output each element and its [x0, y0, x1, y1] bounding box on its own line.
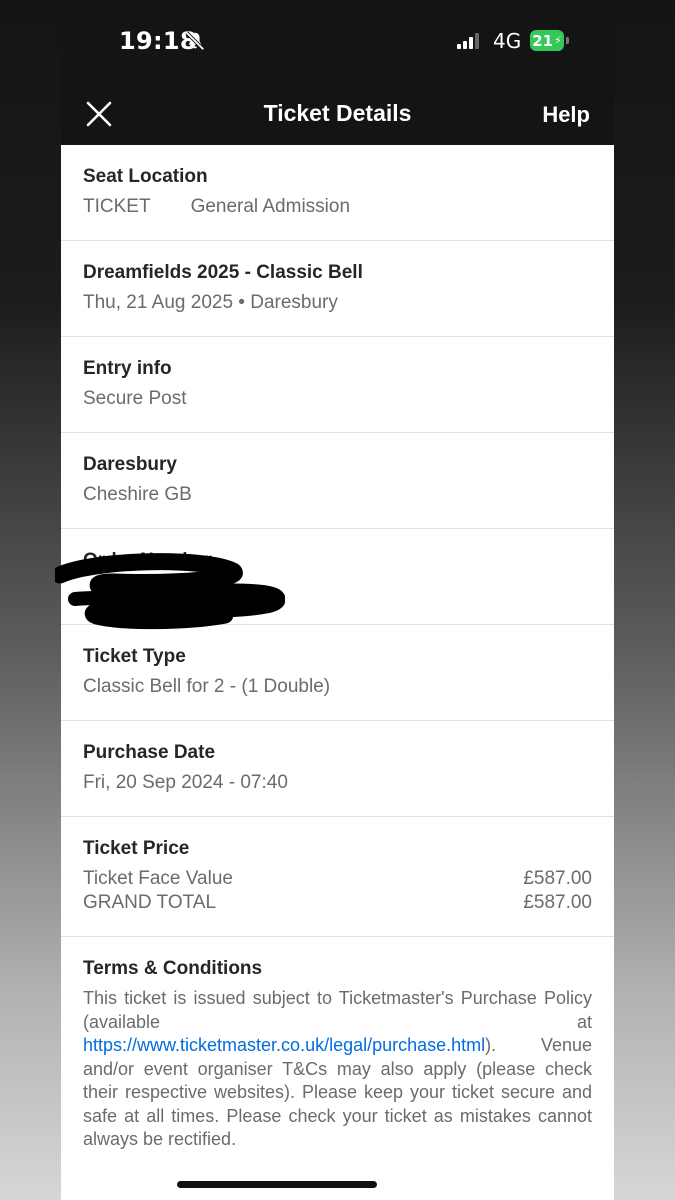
redaction-scribble — [55, 553, 285, 630]
network-type: 4G — [493, 29, 522, 53]
face-value-amount: £587.00 — [523, 868, 592, 889]
entry-info-value: Secure Post — [83, 388, 187, 409]
home-indicator[interactable] — [177, 1181, 377, 1188]
terms-section: Terms & Conditions This ticket is issued… — [61, 937, 614, 1152]
battery-level: 21 — [532, 31, 554, 50]
face-value-label: Ticket Face Value — [83, 868, 233, 889]
purchase-policy-link[interactable]: https://www.ticketmaster.co.uk/legal/pur… — [83, 1035, 485, 1055]
ticket-price-section: Ticket Price Ticket Face Value £587.00 G… — [61, 817, 614, 937]
entry-info-heading: Entry info — [83, 358, 172, 379]
seat-value: General Admission — [190, 196, 351, 217]
ticket-type-heading: Ticket Type — [83, 646, 186, 667]
grand-total-row: GRAND TOTAL £587.00 — [83, 891, 592, 915]
face-value-row: Ticket Face Value £587.00 — [83, 867, 592, 891]
venue-value: Cheshire GB — [83, 484, 192, 505]
grand-total-label: GRAND TOTAL — [83, 892, 217, 913]
ticket-type-section: Ticket Type Classic Bell for 2 - (1 Doub… — [61, 625, 614, 721]
charging-bolt-icon: ⚡ — [554, 34, 562, 47]
status-bar: 19:18 4G 21 ⚡ — [61, 0, 614, 85]
purchase-date-section: Purchase Date Fri, 20 Sep 2024 - 07:40 — [61, 721, 614, 817]
ticket-price-heading: Ticket Price — [83, 838, 190, 859]
event-section: Dreamfields 2025 - Classic Bell Thu, 21 … — [61, 241, 614, 337]
grand-total-amount: £587.00 — [523, 892, 592, 913]
seat-location-heading: Seat Location — [83, 166, 208, 187]
venue-section: Daresbury Cheshire GB — [61, 433, 614, 529]
battery-nub — [566, 37, 569, 44]
entry-info-section: Entry info Secure Post — [61, 337, 614, 433]
ticket-details-list: Seat Location TICKET General Admission Dr… — [61, 145, 614, 1152]
bell-slash-icon — [185, 31, 205, 51]
terms-text: This ticket is issued subject to Ticketm… — [83, 987, 592, 1152]
nav-bar: Ticket Details Help — [61, 85, 614, 145]
terms-text-before: This ticket is issued subject to Ticketm… — [83, 988, 592, 1032]
battery-charging-icon: 21 ⚡ — [530, 30, 564, 51]
page-title: Ticket Details — [263, 100, 412, 126]
event-details: Thu, 21 Aug 2025 • Daresbury — [83, 292, 338, 313]
venue-heading: Daresbury — [83, 454, 177, 475]
purchase-date-heading: Purchase Date — [83, 742, 216, 763]
terms-heading: Terms & Conditions — [83, 958, 263, 979]
seat-location-section: Seat Location TICKET General Admission — [61, 145, 614, 241]
signal-icon — [457, 33, 479, 49]
purchase-date-value: Fri, 20 Sep 2024 - 07:40 — [83, 772, 288, 793]
seat-location-value: TICKET General Admission — [83, 195, 592, 219]
ticket-type-value: Classic Bell for 2 - (1 Double) — [83, 676, 331, 697]
seat-label: TICKET — [83, 196, 151, 217]
help-button[interactable]: Help — [542, 102, 590, 128]
event-name: Dreamfields 2025 - Classic Bell — [83, 262, 363, 283]
